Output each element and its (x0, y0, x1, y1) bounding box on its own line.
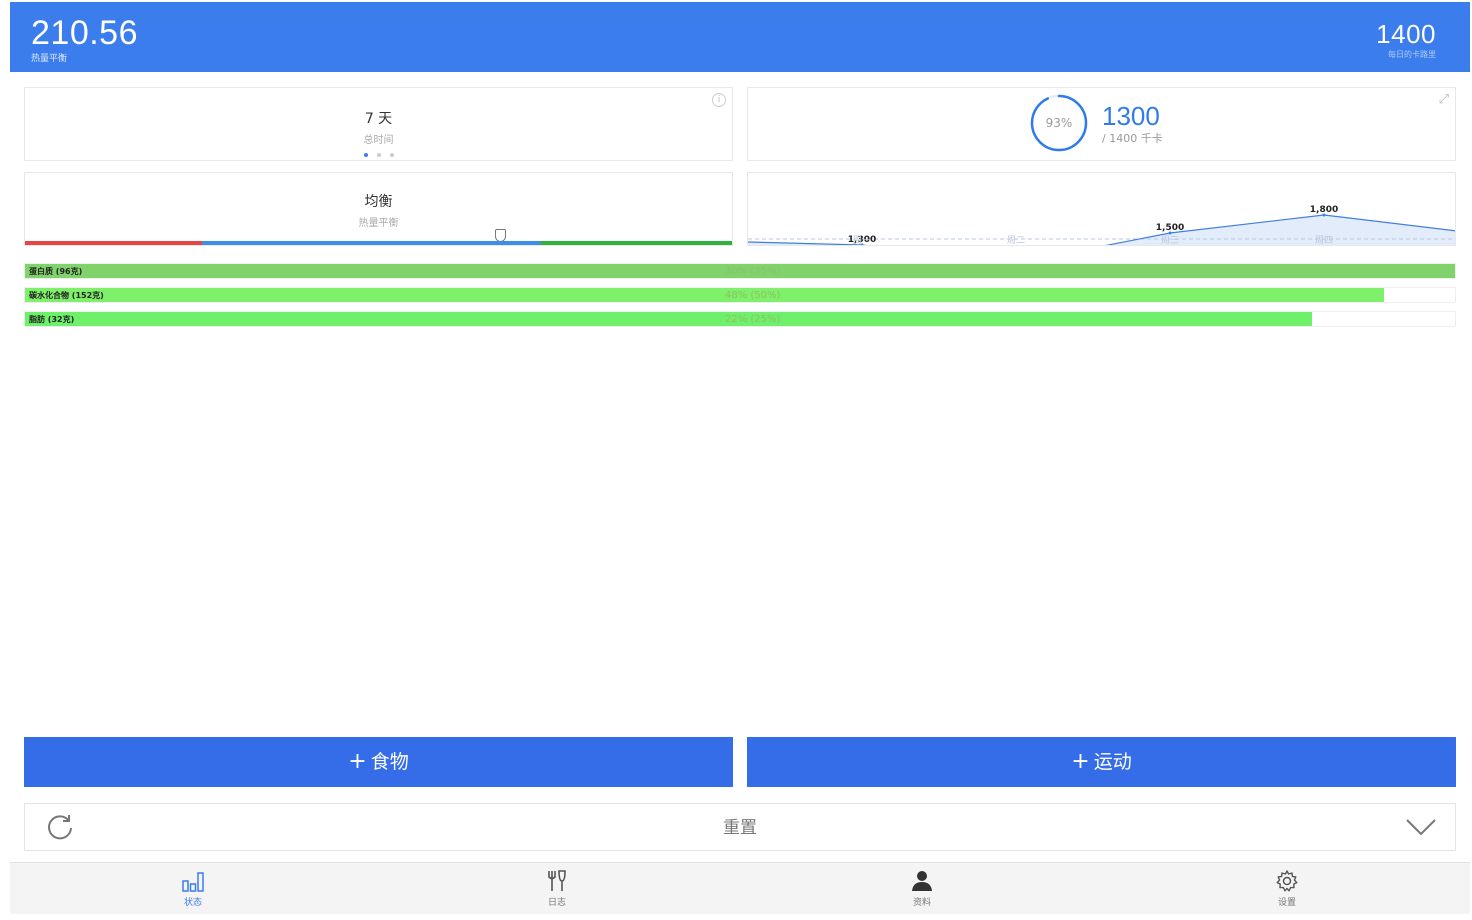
scale-balanced (201, 241, 542, 245)
tab-log-label: 日志 (547, 898, 566, 908)
tab-settings-label: 设置 (1277, 898, 1296, 908)
period-subtitle: 总时间 (363, 135, 394, 146)
chart-tick-label: 周二 (1007, 235, 1025, 246)
daily-value: 1400 (1376, 19, 1436, 49)
utensils-icon (548, 870, 566, 891)
app-frame: 210.56 热量平衡 1400 每日的卡路里 i 7 天 总时间 ⤢ 93% … (10, 0, 1470, 920)
add-food-button[interactable]: + 食物 (24, 737, 733, 787)
balance-card[interactable]: 均衡 热量平衡 (24, 172, 733, 246)
page-dot (363, 153, 368, 157)
balance-subtitle: 热量平衡 (358, 218, 399, 229)
macro-percent: 22% (25%) (725, 314, 781, 325)
tab-log[interactable]: 日志 (527, 869, 587, 908)
tab-status[interactable]: 状态 (163, 869, 223, 908)
tab-profile[interactable]: 资料 (892, 869, 952, 908)
macro-row: 脂肪 (32克) 22% (25%) (24, 311, 1456, 327)
weekly-chart-card[interactable]: 1,300周一1,000周二1,500周三1,800周四 (747, 172, 1456, 246)
reset-label: 重置 (723, 818, 757, 838)
goal-percent: 93% (1045, 116, 1073, 130)
info-icon[interactable]: i (712, 93, 726, 107)
user-icon (912, 871, 932, 891)
chart-tick-label: 周三 (1161, 235, 1179, 246)
macro-label: 脂肪 (32克) (29, 315, 75, 324)
chevron-down-icon[interactable] (1405, 816, 1437, 838)
tab-bar: 状态 日志 资料 设置 (10, 862, 1470, 914)
add-exercise-button[interactable]: + 运动 (747, 737, 1456, 787)
daily-calories[interactable]: 1400 每日的卡路里 (1376, 20, 1436, 60)
add-exercise-label: 运动 (1093, 751, 1132, 773)
tab-settings[interactable]: 设置 (1257, 869, 1317, 908)
tab-profile-label: 资料 (912, 898, 931, 908)
header-bar: 210.56 热量平衡 1400 每日的卡路里 (10, 2, 1470, 72)
reset-row[interactable]: 重置 (24, 803, 1456, 851)
weekly-area-chart: 1,300周一1,000周二1,500周三1,800周四 (748, 205, 1455, 246)
macro-row: 蛋白质 (96克) 30% (25%) (24, 263, 1456, 279)
chart-tick-label: 周一 (853, 235, 871, 246)
add-food-label: 食物 (370, 751, 409, 773)
balance-value: 210.56 (31, 14, 138, 52)
plus-icon: + (1071, 749, 1090, 774)
period-card[interactable]: i 7 天 总时间 (24, 87, 733, 161)
balance-scale (25, 241, 732, 245)
page-dot (376, 153, 381, 157)
page-dot (389, 153, 394, 157)
scale-deficit (25, 241, 202, 245)
daily-label: 每日的卡路里 (1388, 50, 1436, 59)
macro-fill (25, 288, 1384, 302)
macro-label: 碳水化合物 (152克) (29, 291, 104, 300)
gear-icon (1276, 870, 1298, 892)
goal-card[interactable]: ⤢ 93% 1300 / 1400 千卡 (747, 87, 1456, 161)
chart-tick-label: 周四 (1315, 235, 1333, 246)
goal-target: / 1400 千卡 (1102, 132, 1163, 145)
balance-title: 均衡 (364, 194, 393, 210)
page-indicator[interactable] (25, 153, 732, 157)
macro-label: 蛋白质 (96克) (29, 267, 83, 276)
macro-row: 碳水化合物 (152克) 48% (50%) (24, 287, 1456, 303)
goal-consumed: 1300 (1102, 101, 1160, 131)
chart-data-label: 1,800 (1310, 205, 1338, 215)
period-title: 7 天 (364, 111, 393, 127)
balance-summary[interactable]: 210.56 热量平衡 (31, 14, 138, 64)
sync-icon[interactable]: ⤢ (1439, 92, 1449, 107)
chart-data-label: 1,500 (1156, 223, 1184, 233)
macro-fill (25, 312, 1312, 326)
macro-percent: 30% (25%) (725, 266, 781, 277)
tab-status-label: 状态 (183, 898, 202, 908)
bar-chart-icon (182, 872, 204, 892)
macro-percent: 48% (50%) (725, 290, 781, 301)
balance-label: 热量平衡 (31, 54, 68, 64)
plus-icon: + (348, 749, 367, 774)
scale-surplus (541, 241, 732, 245)
